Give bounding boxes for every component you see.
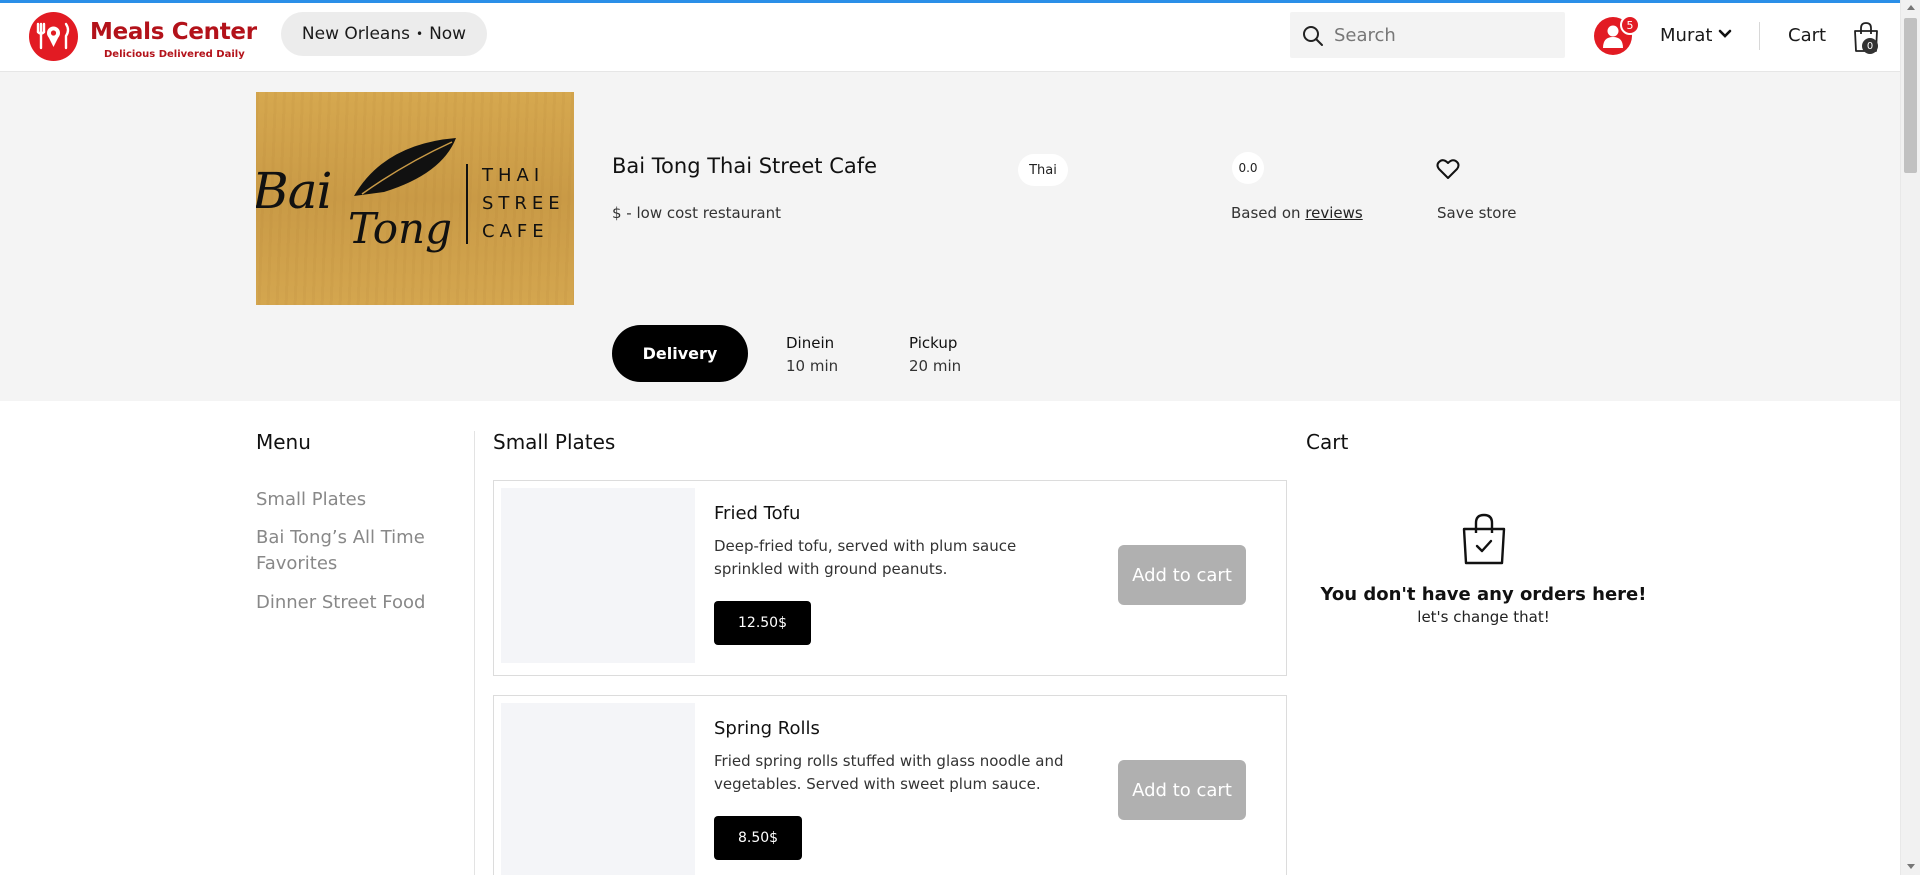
pickup-label: Pickup: [909, 334, 958, 352]
empty-cart-bag-icon: [1462, 513, 1506, 565]
product-price: 8.50$: [714, 816, 803, 860]
store-logo-right-text: THAI STREE CAFE: [482, 162, 565, 246]
product-name: Fried Tofu: [714, 503, 801, 524]
menu-heading: Menu: [256, 430, 311, 454]
store-price-level: $ - low cost restaurant: [612, 204, 781, 222]
menu-item-all-time-favorites[interactable]: Bai Tong’s All Time Favorites: [256, 525, 426, 577]
delivery-mode-button[interactable]: Delivery: [612, 325, 748, 382]
location-separator: •: [415, 27, 424, 41]
top-header: Meals Center Delicious Delivered Daily N…: [0, 3, 1900, 72]
location-time-selector[interactable]: New Orleans • Now: [281, 12, 487, 56]
brand-tagline: Delicious Delivered Daily: [104, 49, 245, 60]
product-image: [501, 703, 695, 875]
reviews-link[interactable]: reviews: [1305, 204, 1362, 222]
store-logo-word-2: STREE: [482, 193, 565, 214]
page-scrollbar[interactable]: [1900, 0, 1920, 875]
dinein-time: 10 min: [786, 357, 839, 375]
store-logo-divider: [466, 164, 468, 244]
product-card[interactable]: Spring Rolls Fried spring rolls stuffed …: [493, 695, 1287, 875]
product-image: [501, 488, 695, 663]
menu-divider: [474, 431, 475, 875]
chevron-down-icon[interactable]: [1718, 29, 1732, 39]
cart-heading: Cart: [1306, 430, 1349, 454]
time-label: Now: [429, 24, 467, 44]
product-description: Deep-fried tofu, served with plum sauce …: [714, 537, 1017, 578]
add-to-cart-button[interactable]: Add to cart: [1118, 760, 1246, 820]
section-title: Small Plates: [493, 430, 616, 454]
user-menu-name[interactable]: Murat: [1660, 25, 1712, 46]
header-divider: [1759, 22, 1760, 50]
add-to-cart-button[interactable]: Add to cart: [1118, 545, 1246, 605]
store-logo-image: Bai Tong THAI STREE CAFE: [256, 92, 574, 305]
pickup-time: 20 min: [909, 357, 962, 375]
scroll-down-arrow-icon[interactable]: [1907, 864, 1915, 869]
cart-link[interactable]: Cart: [1788, 25, 1826, 46]
scroll-up-arrow-icon[interactable]: [1907, 5, 1915, 10]
brand-name: Meals Center: [90, 19, 257, 45]
store-logo-script-1: Bai: [256, 162, 333, 220]
heart-icon[interactable]: [1436, 158, 1460, 180]
product-name: Spring Rolls: [714, 718, 820, 739]
location-label: New Orleans: [301, 24, 410, 44]
store-logo-script-2: Tong: [348, 204, 452, 253]
cart-count-badge: 0: [1862, 38, 1878, 54]
empty-cart-title: You don't have any orders here!: [1320, 584, 1647, 605]
leaf-icon: [354, 138, 456, 196]
menu-item-small-plates[interactable]: Small Plates: [256, 487, 366, 513]
store-logo-word-1: THAI: [482, 165, 545, 186]
dinein-mode-option[interactable]: Dinein 10 min: [786, 332, 838, 378]
store-banner: Bai Tong THAI STREE CAFE Bai Tong Thai S…: [0, 72, 1900, 401]
rating-text: Based on reviews: [1231, 204, 1363, 222]
notification-badge[interactable]: 5: [1620, 15, 1640, 35]
scrollbar-thumb[interactable]: [1904, 18, 1917, 173]
rating-badge: 0.0: [1232, 152, 1264, 184]
brand-logo[interactable]: Meals Center Delicious Delivered Daily: [29, 12, 257, 64]
product-price: 12.50$: [714, 601, 811, 645]
empty-cart-subtitle: let's change that!: [1417, 608, 1550, 626]
brand-logo-icon: [29, 12, 78, 61]
search-box[interactable]: [1290, 12, 1565, 58]
search-input[interactable]: [1334, 22, 1554, 48]
store-name: Bai Tong Thai Street Cafe: [612, 154, 878, 178]
menu-item-dinner-street-food[interactable]: Dinner Street Food: [256, 590, 425, 616]
dinein-label: Dinein: [786, 334, 835, 352]
search-icon: [1303, 26, 1323, 46]
save-store-label[interactable]: Save store: [1437, 204, 1517, 222]
rating-prefix: Based on: [1231, 204, 1301, 222]
product-card[interactable]: Fried Tofu Deep-fried tofu, served with …: [493, 480, 1287, 676]
pickup-mode-option[interactable]: Pickup 20 min: [909, 332, 961, 378]
cuisine-tag: Thai: [1018, 154, 1068, 186]
store-logo-word-3: CAFE: [482, 221, 549, 242]
product-description: Fried spring rolls stuffed with glass no…: [714, 752, 1064, 793]
